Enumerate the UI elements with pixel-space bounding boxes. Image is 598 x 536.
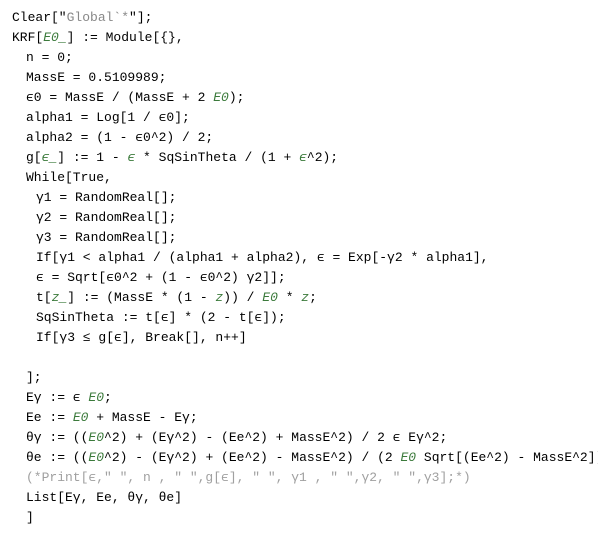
code-text: Clear[" [12, 10, 67, 25]
string-literal: Global`* [67, 10, 129, 25]
code-line: Eγ := ϵ E0; [12, 388, 598, 408]
code-text: "]; [129, 10, 152, 25]
code-line: ϵ0 = MassE / (MassE + 2 E0); [12, 88, 598, 108]
code-line: While[True, [12, 168, 598, 188]
code-text: θγ := (( [26, 430, 88, 445]
code-text: t[ [36, 290, 52, 305]
code-text: ] := (MassE * (1 - [67, 290, 215, 305]
code-text: θe := (( [26, 450, 88, 465]
code-text: While[True, [26, 170, 112, 185]
code-text: SqSinTheta := t[ϵ] * (2 - t[ϵ]); [36, 310, 286, 325]
code-text: KRF[ [12, 30, 43, 45]
code-text: g[ [26, 150, 42, 165]
code-line: List[Eγ, Ee, θγ, θe] [12, 488, 598, 508]
comment-text: (*Print[ϵ," ", n , " ",g[ϵ], " ", γ1 , "… [26, 470, 471, 485]
code-text: If[γ3 ≤ g[ϵ], Break[], n++] [36, 330, 247, 345]
code-text: ϵ = Sqrt[ϵ0^2 + (1 - ϵ0^2) γ2]]; [36, 270, 286, 285]
code-line: If[γ3 ≤ g[ϵ], Break[], n++] [12, 328, 598, 348]
code-line: t[z_] := (MassE * (1 - z)) / E0 * z; [12, 288, 598, 308]
code-text: * [278, 290, 301, 305]
code-text: ] := Module[{}, [67, 30, 184, 45]
pattern-slot: E0_ [43, 30, 66, 45]
code-text: n = 0; [26, 50, 73, 65]
pattern-slot: E0 [88, 430, 104, 445]
code-line: MassE = 0.5109989; [12, 68, 598, 88]
code-line: g[ϵ_] := 1 - ϵ * SqSinTheta / (1 + ϵ^2); [12, 148, 598, 168]
code-line [12, 348, 598, 368]
code-text: ] := 1 - [57, 150, 127, 165]
code-text: Sqrt[(Ee^2) - MassE^2]); [416, 450, 598, 465]
code-line: alpha2 = (1 - ϵ0^2) / 2; [12, 128, 598, 148]
code-line: n = 0; [12, 48, 598, 68]
pattern-slot: ϵ_ [42, 150, 58, 165]
code-text: MassE = 0.5109989; [26, 70, 166, 85]
code-text: + MassE - Eγ; [88, 410, 197, 425]
code-text: ϵ0 = MassE / (MassE + 2 [26, 90, 213, 105]
code-text: Ee := [26, 410, 73, 425]
code-text: ] [26, 510, 34, 525]
code-text: List[Eγ, Ee, θγ, θe] [26, 490, 182, 505]
code-text: If[γ1 < alpha1 / (alpha1 + alpha2), ϵ = … [36, 250, 488, 265]
code-text: )) / [223, 290, 262, 305]
code-text: ); [229, 90, 245, 105]
pattern-slot: z [301, 290, 309, 305]
code-line: ϵ = Sqrt[ϵ0^2 + (1 - ϵ0^2) γ2]]; [12, 268, 598, 288]
code-line: θγ := ((E0^2) + (Eγ^2) - (Ee^2) + MassE^… [12, 428, 598, 448]
code-line: ] [12, 508, 598, 528]
code-text: Eγ := ϵ [26, 390, 88, 405]
code-text: ^2) + (Eγ^2) - (Ee^2) + MassE^2) / 2 ϵ E… [104, 430, 447, 445]
code-line: alpha1 = Log[1 / ϵ0]; [12, 108, 598, 128]
code-line: If[γ1 < alpha1 / (alpha1 + alpha2), ϵ = … [12, 248, 598, 268]
pattern-slot: E0 [213, 90, 229, 105]
pattern-slot: E0 [262, 290, 278, 305]
pattern-slot: E0 [88, 450, 104, 465]
code-line: Clear["Global`*"]; [12, 8, 598, 28]
code-line: Ee := E0 + MassE - Eγ; [12, 408, 598, 428]
pattern-slot: E0 [73, 410, 89, 425]
code-text: ^2) - (Eγ^2) + (Ee^2) - MassE^2) / (2 [104, 450, 400, 465]
code-line: (*Print[ϵ," ", n , " ",g[ϵ], " ", γ1 , "… [12, 468, 598, 488]
code-line: ]; [12, 368, 598, 388]
pattern-slot: z_ [52, 290, 68, 305]
code-text: ^2); [307, 150, 338, 165]
code-text: ; [104, 390, 112, 405]
code-line: θe := ((E0^2) - (Eγ^2) + (Ee^2) - MassE^… [12, 448, 598, 468]
pattern-slot: ϵ [299, 150, 307, 165]
code-text: alpha2 = (1 - ϵ0^2) / 2; [26, 130, 213, 145]
code-text: γ2 = RandomReal[]; [36, 210, 176, 225]
code-text: ; [309, 290, 317, 305]
code-line: SqSinTheta := t[ϵ] * (2 - t[ϵ]); [12, 308, 598, 328]
code-text: alpha1 = Log[1 / ϵ0]; [26, 110, 190, 125]
code-line: γ3 = RandomReal[]; [12, 228, 598, 248]
code-line: γ1 = RandomReal[]; [12, 188, 598, 208]
code-text: γ3 = RandomReal[]; [36, 230, 176, 245]
code-text: γ1 = RandomReal[]; [36, 190, 176, 205]
pattern-slot: E0 [88, 390, 104, 405]
code-line: KRF[E0_] := Module[{}, [12, 28, 598, 48]
pattern-slot: E0 [400, 450, 416, 465]
code-block: Clear["Global`*"]; KRF[E0_] := Module[{}… [12, 8, 598, 528]
code-line: γ2 = RandomReal[]; [12, 208, 598, 228]
code-text: ]; [26, 370, 42, 385]
code-text: * SqSinTheta / (1 + [135, 150, 299, 165]
